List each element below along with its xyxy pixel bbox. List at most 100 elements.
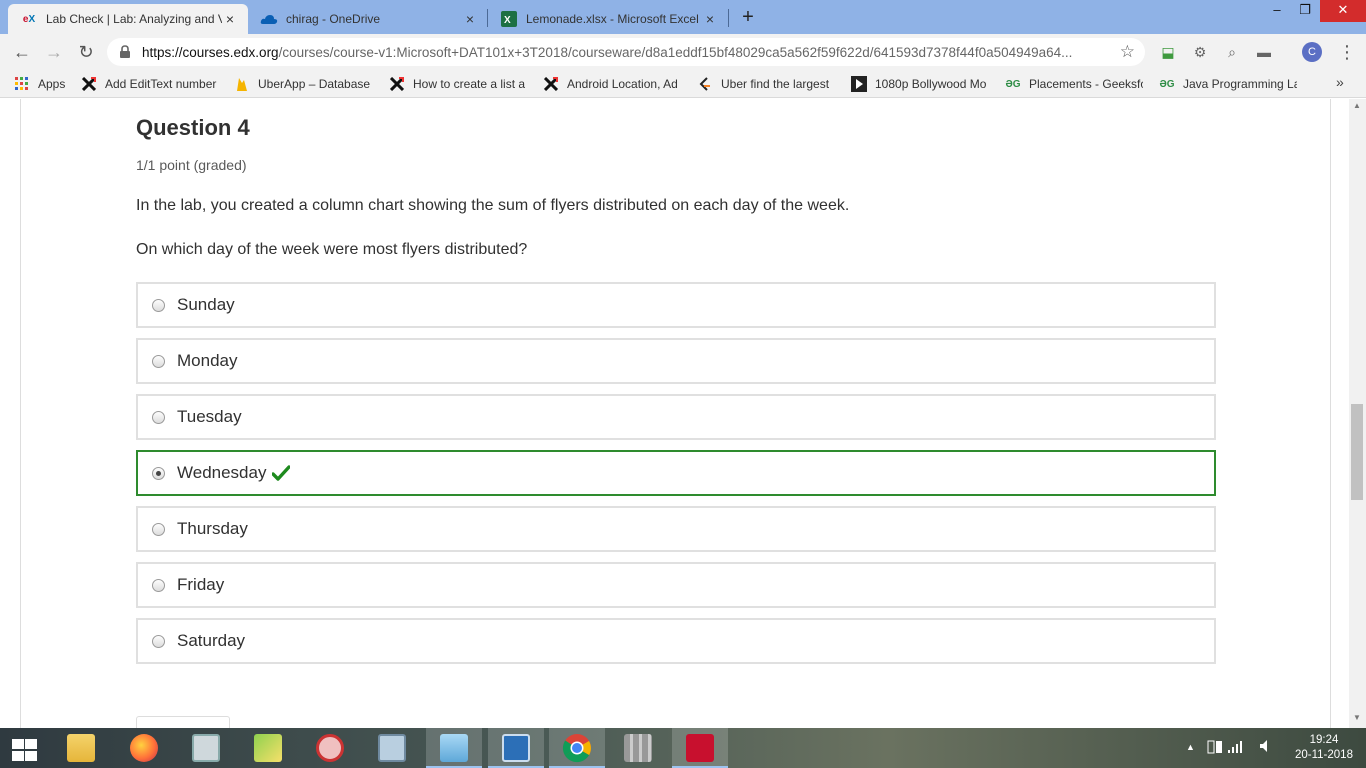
bookmark-uberapp[interactable]: UberApp – Database (234, 75, 370, 93)
close-tab-icon[interactable]: × (702, 11, 718, 27)
clock-date: 20-11-2018 (1295, 749, 1353, 761)
tab-label: Lab Check | Lab: Analyzing and V (46, 12, 222, 26)
radio-button[interactable] (152, 634, 165, 648)
folders-icon[interactable] (240, 728, 296, 768)
bookmarks-bar: Apps Add EditText number UberApp – Datab… (0, 70, 1366, 98)
page-content: Question 4 1/1 point (graded) In the lab… (0, 99, 1366, 728)
firefox-icon[interactable] (116, 728, 172, 768)
bookmark-uber-largest[interactable]: Uber find the largest (697, 75, 833, 93)
volume-icon[interactable] (1259, 739, 1271, 756)
browser-toolbar: ← → ↻ https://courses.edx.org/courses/co… (0, 34, 1366, 70)
option-wednesday[interactable]: Wednesday (136, 450, 1216, 496)
bookmark-bollywood[interactable]: 1080p Bollywood Mo (851, 75, 989, 93)
network-icon[interactable] (1206, 739, 1246, 758)
bookmark-label: Add EditText number (105, 77, 217, 91)
system-clock[interactable]: 19:24 20-11-2018 (1286, 733, 1362, 763)
photos-icon[interactable] (610, 728, 666, 768)
url-path: /courses/course-v1:Microsoft+DAT101x+3T2… (278, 44, 1073, 60)
tab-label: chirag - OneDrive (286, 12, 381, 26)
bookmark-android-location[interactable]: Android Location, Ad (543, 75, 679, 93)
forward-icon[interactable]: → (42, 40, 66, 64)
snipping-tool-icon[interactable] (302, 728, 358, 768)
bookmark-java-programming[interactable]: ƏG Java Programming La (1159, 75, 1297, 93)
page-scrollbar[interactable]: ▲ ▼ (1349, 99, 1366, 728)
url-host: https://courses.edx.org (142, 44, 279, 60)
tab-lab-check[interactable]: eX Lab Check | Lab: Analyzing and V × (8, 4, 248, 34)
radio-button[interactable] (152, 354, 165, 368)
bookmark-add-edittext[interactable]: Add EditText number (81, 75, 218, 93)
windows-start-icon[interactable] (10, 737, 38, 761)
apps-grid-icon (14, 76, 30, 92)
extension-search-icon[interactable]: ⌕ (1222, 42, 1242, 62)
show-hidden-icons-icon[interactable]: ▲ (1186, 742, 1195, 752)
code-icon (697, 76, 713, 92)
notepad-icon[interactable] (426, 728, 482, 768)
lock-icon (119, 45, 131, 59)
control-panel-icon[interactable] (488, 728, 544, 768)
tab-onedrive[interactable]: chirag - OneDrive × (248, 4, 488, 34)
extension-inbox-icon[interactable]: ⬓ (1158, 42, 1178, 62)
play-icon (851, 76, 867, 92)
extension-square-icon[interactable]: ▬ (1254, 42, 1274, 62)
onedrive-icon (260, 12, 278, 26)
more-bookmarks-icon[interactable]: » (1336, 74, 1344, 90)
correct-checkmark-icon (272, 465, 291, 481)
firebase-icon (234, 76, 250, 92)
radio-button-selected[interactable] (152, 466, 165, 480)
geeksforgeeks-icon: ƏG (1159, 78, 1175, 90)
radio-button[interactable] (152, 522, 165, 536)
acrobat-icon[interactable] (672, 728, 728, 768)
svg-text:X: X (504, 15, 511, 26)
option-label: Saturday (177, 631, 246, 650)
option-label: Tuesday (177, 407, 242, 426)
x-logo-icon (81, 76, 97, 92)
tab-excel[interactable]: X Lemonade.xlsx - Microsoft Excel × (488, 4, 728, 34)
close-tab-icon[interactable]: × (222, 11, 238, 27)
scroll-up-icon[interactable]: ▲ (1353, 101, 1361, 110)
url-text: https://courses.edx.org/courses/course-v… (142, 45, 1102, 60)
reload-icon[interactable]: ↻ (74, 40, 98, 64)
bookmark-label: 1080p Bollywood Mo (875, 77, 987, 91)
geeksforgeeks-icon: ƏG (1005, 78, 1021, 90)
task-manager-icon[interactable] (178, 728, 234, 768)
extension-bike-icon[interactable]: ⚙ (1190, 42, 1210, 62)
close-tab-icon[interactable]: × (462, 11, 478, 27)
calculator-icon[interactable] (364, 728, 420, 768)
chrome-icon[interactable] (549, 728, 605, 768)
option-saturday[interactable]: Saturday (136, 618, 1216, 664)
radio-button[interactable] (152, 298, 165, 312)
scroll-down-icon[interactable]: ▼ (1353, 713, 1361, 722)
bookmark-create-list[interactable]: How to create a list a (389, 75, 525, 93)
new-tab-button[interactable]: + (737, 6, 759, 28)
option-label: Thursday (177, 519, 248, 538)
option-thursday[interactable]: Thursday (136, 506, 1216, 552)
option-sunday[interactable]: Sunday (136, 282, 1216, 328)
content-frame-border (20, 99, 21, 728)
bookmark-label: Uber find the largest (721, 77, 830, 91)
option-friday[interactable]: Friday (136, 562, 1216, 608)
file-explorer-icon[interactable] (53, 728, 109, 768)
radio-button[interactable] (152, 578, 165, 592)
maximize-button[interactable]: ❐ (1290, 0, 1320, 22)
option-label: Monday (177, 351, 238, 370)
minimize-button[interactable]: – (1262, 0, 1292, 22)
profile-avatar[interactable]: C (1302, 42, 1322, 62)
scrollbar-thumb[interactable] (1351, 404, 1363, 500)
window-close-button[interactable]: ✕ (1320, 0, 1366, 22)
edx-icon: eX (22, 13, 36, 25)
radio-button[interactable] (152, 410, 165, 424)
back-icon[interactable]: ← (10, 40, 34, 64)
bookmark-apps[interactable]: Apps (14, 75, 74, 93)
bookmark-label: Java Programming La (1183, 77, 1297, 91)
clock-time: 19:24 (1309, 734, 1339, 746)
option-label: Wednesday (177, 463, 267, 482)
bookmark-star-icon[interactable]: ☆ (1120, 42, 1135, 62)
x-logo-icon (543, 76, 559, 92)
x-logo-icon (389, 76, 405, 92)
address-bar[interactable]: https://courses.edx.org/courses/course-v… (107, 38, 1145, 66)
option-tuesday[interactable]: Tuesday (136, 394, 1216, 440)
option-monday[interactable]: Monday (136, 338, 1216, 384)
browser-menu-icon[interactable]: ⋮ (1338, 40, 1356, 64)
submit-button[interactable] (136, 716, 230, 728)
bookmark-placements[interactable]: ƏG Placements - Geeksfo (1005, 75, 1143, 93)
